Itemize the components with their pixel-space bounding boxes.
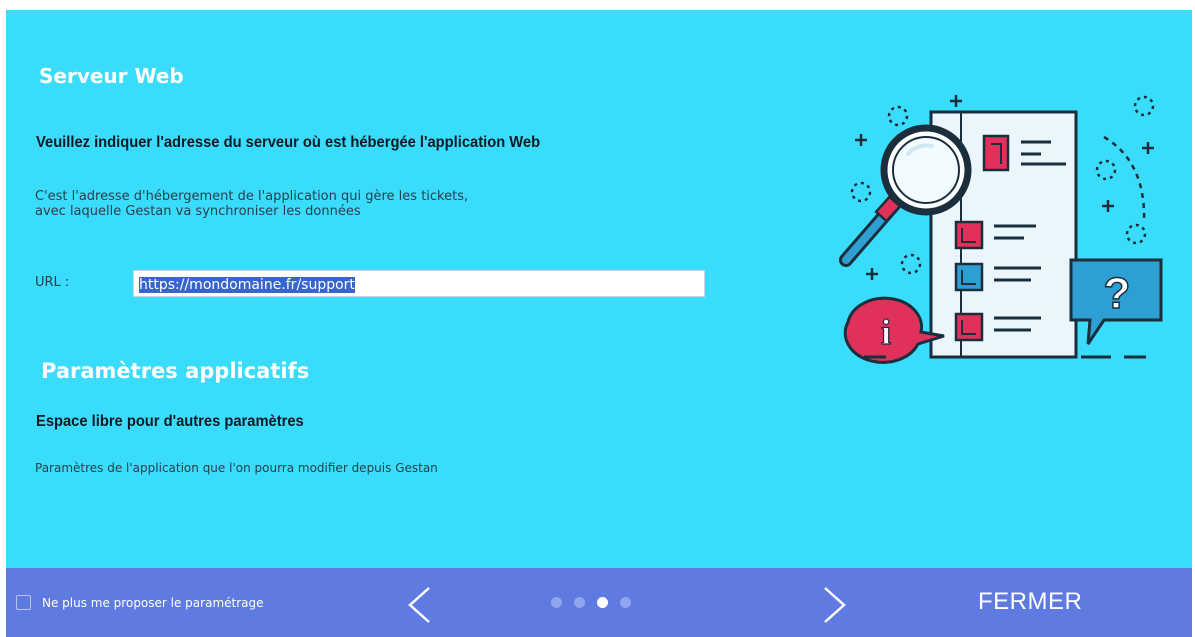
page-dot-2[interactable] bbox=[574, 597, 585, 608]
info-bubble-icon: i bbox=[843, 296, 945, 364]
page-dot-4[interactable] bbox=[620, 597, 631, 608]
next-chevron-icon[interactable] bbox=[820, 586, 850, 624]
server-section-title: Serveur Web bbox=[39, 64, 184, 88]
previous-chevron-icon[interactable] bbox=[404, 586, 434, 624]
url-input-value: https://mondomaine.fr/support bbox=[139, 277, 355, 293]
app-params-description: Paramètres de l'application que l'on pou… bbox=[35, 461, 438, 475]
footer-bar: Ne plus me proposer le paramétrage FERME… bbox=[6, 568, 1192, 637]
close-button[interactable]: FERMER bbox=[978, 588, 1082, 616]
server-description-line2: avec laquelle Gestan va synchroniser les… bbox=[35, 204, 361, 219]
page-dot-3-active[interactable] bbox=[597, 597, 608, 608]
url-input[interactable]: https://mondomaine.fr/support bbox=[133, 270, 705, 297]
question-bubble-icon: ? bbox=[1069, 258, 1163, 345]
dont-show-again-checkbox[interactable] bbox=[16, 595, 31, 610]
url-label: URL : bbox=[35, 275, 70, 290]
server-section-subtitle: Veuillez indiquer l'adresse du serveur o… bbox=[36, 134, 541, 151]
dont-show-again-label[interactable]: Ne plus me proposer le paramétrage bbox=[42, 596, 264, 610]
page-dot-1[interactable] bbox=[551, 597, 562, 608]
page-indicator bbox=[551, 597, 631, 608]
server-description-line1: C'est l'adresse d'hébergement de l'appli… bbox=[35, 189, 469, 204]
app-params-section-title: Paramètres applicatifs bbox=[41, 359, 310, 383]
svg-text:?: ? bbox=[1104, 269, 1131, 318]
app-params-section-subtitle: Espace libre pour d'autres paramètres bbox=[36, 413, 304, 430]
svg-text:i: i bbox=[881, 312, 891, 352]
settings-illustration: i ? bbox=[839, 95, 1163, 364]
